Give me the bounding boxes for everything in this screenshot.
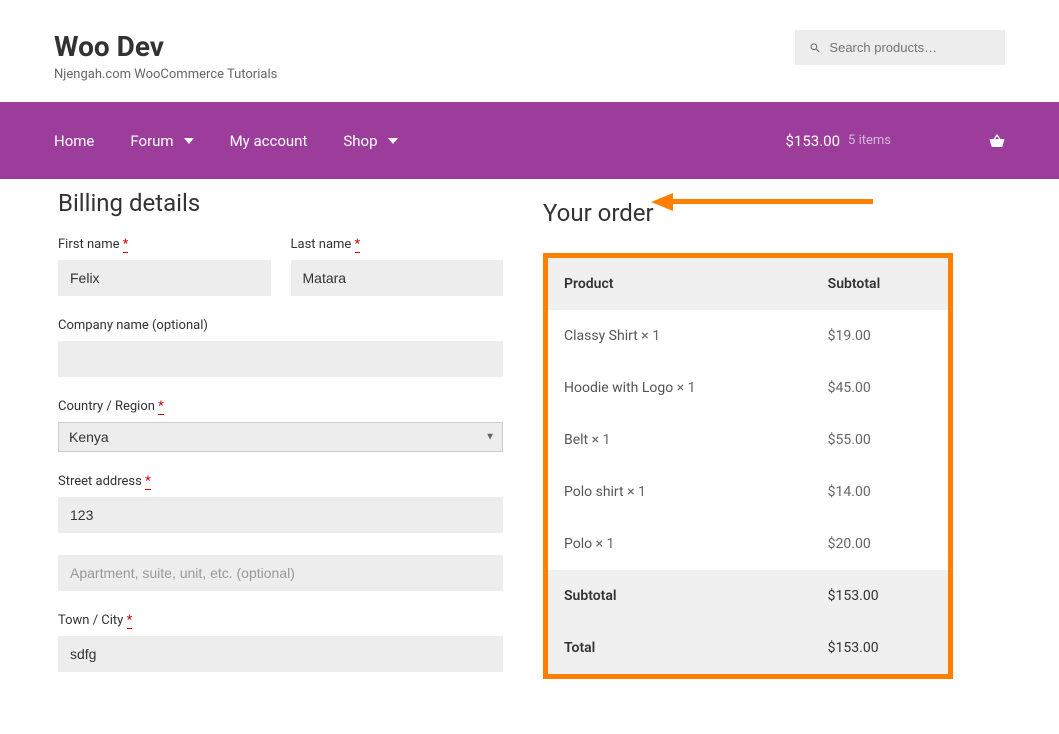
basket-icon [989,133,1005,149]
product-qty: × 1 [641,328,660,344]
col-subtotal: Subtotal [812,258,948,310]
nav-my-account[interactable]: My account [230,132,308,150]
field-wrapper: Town / City * [58,613,503,672]
required-mark: * [355,237,361,253]
price-cell: $14.00 [812,466,948,518]
total-value: $153.00 [812,622,948,674]
price-cell: $45.00 [812,362,948,414]
product-name: Hoodie with Logo [564,380,677,396]
required-mark: * [127,613,133,629]
street-label: Street address * [58,474,503,489]
label-text: First name [58,237,119,252]
required-mark: * [123,237,129,253]
site-title: Woo Dev [54,30,277,63]
search-input[interactable] [829,40,991,55]
company-label: Company name (optional) [58,318,503,333]
nav-shop[interactable]: Shop [343,132,397,150]
field-wrapper: Street address * [58,474,503,591]
order-column: Your order Product Subtotal Classy Shirt… [543,189,1001,694]
subtotal-label: Subtotal [548,570,812,622]
field-wrapper: Country / Region * Kenya ▼ [58,399,503,452]
nav-home[interactable]: Home [54,132,94,150]
product-name: Polo [564,536,596,552]
company-input[interactable] [58,341,503,377]
col-product: Product [548,258,812,310]
price-cell: $19.00 [812,310,948,362]
last-name-label: Last name * [291,237,504,252]
nav-bar: Home Forum My account Shop $153.00 5 ite… [0,102,1059,179]
site-brand: Woo Dev Njengah.com WooCommerce Tutorial… [54,30,277,82]
product-qty: × 1 [596,536,615,552]
subtotal-value: $153.00 [812,570,948,622]
table-row: Classy Shirt × 1$19.00 [548,310,948,362]
billing-column: Billing details First name * Last name *… [58,179,503,694]
nav-forum[interactable]: Forum [130,132,193,150]
price-cell: $20.00 [812,518,948,570]
order-table: Product Subtotal Classy Shirt × 1$19.00H… [548,258,948,674]
billing-title: Billing details [58,189,503,217]
table-row: Polo × 1$20.00 [548,518,948,570]
cart-summary[interactable]: $153.00 5 items [786,132,1006,150]
search-icon [809,41,821,55]
product-name: Belt [564,432,592,448]
site-tagline: Njengah.com WooCommerce Tutorials [54,67,277,82]
first-name-input[interactable] [58,260,271,296]
nav-label: My account [230,132,308,150]
subtotal-row: Subtotal $153.00 [548,570,948,622]
country-label: Country / Region * [58,399,503,414]
product-cell: Hoodie with Logo × 1 [548,362,812,414]
search-box[interactable] [795,30,1005,65]
last-name-input[interactable] [291,260,504,296]
label-text: Country / Region [58,399,155,414]
nav-menu: Home Forum My account Shop [54,132,398,150]
order-title: Your order [543,199,1001,227]
table-row: Hoodie with Logo × 1$45.00 [548,362,948,414]
cart-item-count: 5 items [848,133,891,148]
product-name: Polo shirt [564,484,627,500]
field-wrapper: First name * [58,237,271,296]
country-select[interactable]: Kenya [58,422,503,452]
nav-label: Home [54,132,94,150]
town-label: Town / City * [58,613,503,628]
nav-label: Shop [343,132,377,150]
chevron-down-icon [184,136,194,146]
product-name: Classy Shirt [564,328,641,344]
town-input[interactable] [58,636,503,672]
product-cell: Polo shirt × 1 [548,466,812,518]
required-mark: * [145,474,151,490]
product-qty: × 1 [677,380,696,396]
order-box: Product Subtotal Classy Shirt × 1$19.00H… [543,253,953,679]
header-top: Woo Dev Njengah.com WooCommerce Tutorial… [0,0,1059,102]
nav-label: Forum [130,132,173,150]
product-cell: Polo × 1 [548,518,812,570]
product-qty: × 1 [627,484,646,500]
product-qty: × 1 [592,432,611,448]
table-row: Polo shirt × 1$14.00 [548,466,948,518]
product-cell: Classy Shirt × 1 [548,310,812,362]
street-apt-input[interactable] [58,555,503,591]
label-text: Town / City [58,613,123,628]
price-cell: $55.00 [812,414,948,466]
total-row: Total $153.00 [548,622,948,674]
chevron-down-icon [388,136,398,146]
content-area: Billing details First name * Last name *… [0,179,1059,734]
label-text: Last name [291,237,352,252]
product-cell: Belt × 1 [548,414,812,466]
label-text: Street address [58,474,142,489]
cart-total: $153.00 [786,132,841,150]
table-header-row: Product Subtotal [548,258,948,310]
street-input[interactable] [58,497,503,533]
order-inner: Your order Product Subtotal Classy Shirt… [543,199,1001,679]
total-label: Total [548,622,812,674]
first-name-label: First name * [58,237,271,252]
field-wrapper: Last name * [291,237,504,296]
required-mark: * [158,399,164,415]
table-row: Belt × 1$55.00 [548,414,948,466]
field-wrapper: Company name (optional) [58,318,503,377]
select-wrapper: Kenya ▼ [58,422,503,452]
